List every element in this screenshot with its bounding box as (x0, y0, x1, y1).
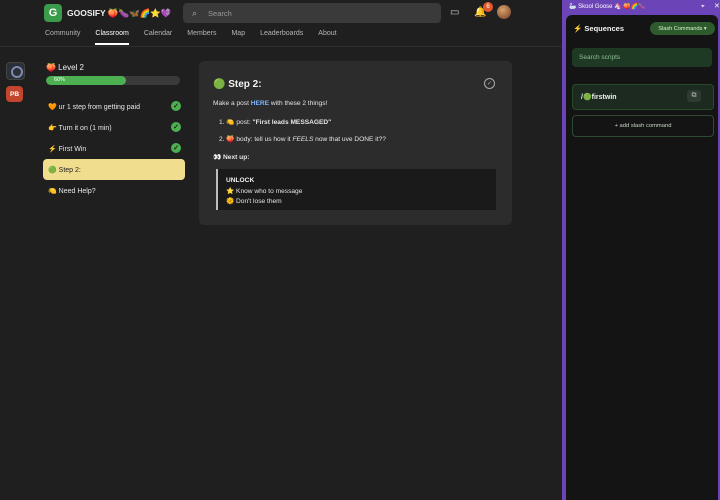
close-icon[interactable]: ✕ (714, 2, 720, 10)
chat-icon[interactable]: ▭ (450, 7, 459, 18)
tab-leaderboards[interactable]: Leaderboards (260, 30, 303, 45)
lesson-label: ⚡ First Win (48, 145, 87, 153)
notification-badge: 6 (483, 2, 493, 12)
intro-post: with these 2 things! (269, 100, 328, 107)
extension-header: 🦢 Skool Goose 🦄 🍑🌈🍆 ⌖ ✕ (566, 0, 720, 14)
check-icon: ✓ (171, 101, 181, 111)
search-placeholder: Search (208, 8, 232, 18)
complete-check-icon[interactable]: ✓ (484, 78, 495, 89)
lesson-label: 🍋 Need Help? (48, 187, 96, 195)
item2-em: FEELS (292, 136, 314, 143)
step-item-2: 2. 🍑 body: tell us how it FEELS now that… (219, 135, 386, 143)
add-slash-command-button[interactable]: + add slash command (572, 115, 714, 137)
list-item[interactable]: 🍋 Need Help? (43, 180, 185, 201)
item2-pre: 2. 🍑 body: tell us how it (219, 136, 293, 143)
lesson-label: 👉 Turn it on (1 min) (48, 124, 112, 132)
here-link[interactable]: HERE (251, 100, 269, 107)
check-icon: ✓ (171, 122, 181, 132)
list-item[interactable]: 🧡 ur 1 step from getting paid ✓ (43, 96, 185, 117)
extension-body: ⚡ Sequences Slash Commands ▾ Search scri… (566, 15, 718, 500)
top-bar: G GOOSIFY 🍑🍆🦋🌈⭐💜 ⇕ ⌕ Search ▭ 🔔 6 Commun… (0, 0, 562, 47)
progress-bar: 60% (46, 76, 180, 85)
extension-title: 🦢 Skool Goose 🦄 🍑🌈🍆 (569, 4, 646, 10)
search-scripts-placeholder: Search scripts (579, 54, 621, 61)
chevron-updown-icon[interactable]: ⇕ (164, 7, 172, 18)
list-item[interactable]: 👉 Turn it on (1 min) ✓ (43, 117, 185, 138)
group-badge[interactable]: PB (6, 86, 23, 102)
script-name: /🟢firstwin (581, 94, 617, 101)
step-item-1: 1. 🍋 post: "First leads MESSAGED" (219, 118, 331, 126)
progress-label: 60% (54, 77, 66, 83)
intro-pre: Make a post (213, 100, 251, 107)
quote-title: UNLOCK (226, 177, 255, 184)
sequences-title: ⚡ Sequences (573, 24, 625, 33)
extension-panel: 🦢 Skool Goose 🦄 🍑🌈🍆 ⌖ ✕ ⚡ Sequences Slas… (562, 0, 720, 500)
check-icon: ✓ (171, 143, 181, 153)
item2-post: now that uve DONE it?? (313, 136, 386, 143)
main-nav: Community Classroom Calendar Members Map… (45, 30, 352, 45)
tab-about[interactable]: About (318, 30, 336, 45)
pin-icon[interactable]: ⌖ (701, 3, 705, 11)
search-scripts-input[interactable]: Search scripts (572, 48, 712, 67)
page-title: 🟢 Step 2: (213, 79, 262, 90)
script-item[interactable]: /🟢firstwin ⧉ (572, 84, 714, 110)
next-up-label: 👀 Next up: (213, 154, 250, 161)
intro-text: Make a post HERE with these 2 things! (213, 100, 327, 107)
slash-commands-button[interactable]: Slash Commands ▾ (650, 22, 715, 35)
tab-calendar[interactable]: Calendar (144, 30, 172, 45)
tab-map[interactable]: Map (231, 30, 245, 45)
list-item-active[interactable]: 🟢 Step 2: (43, 159, 185, 180)
item1-bold: "First leads MESSAGED" (252, 119, 332, 126)
tab-community[interactable]: Community (45, 30, 80, 45)
group-icon[interactable] (6, 62, 25, 80)
search-icon: ⌕ (192, 7, 198, 18)
search-input[interactable]: ⌕ Search (183, 3, 441, 23)
item1-pre: 1. 🍋 post: (219, 119, 253, 126)
quote-line-1: ⭐ Know who to message (226, 188, 303, 195)
lesson-label: 🧡 ur 1 step from getting paid (48, 103, 140, 111)
quote-line-2: 🌞 Don't lose them (226, 198, 282, 205)
group-name[interactable]: GOOSIFY 🍑🍆🦋🌈⭐💜 (67, 8, 171, 19)
unlock-quote: UNLOCK ⭐ Know who to message 🌞 Don't los… (216, 169, 496, 210)
tab-classroom[interactable]: Classroom (95, 30, 129, 45)
lesson-label: 🟢 Step 2: (48, 166, 81, 174)
tab-members[interactable]: Members (187, 30, 216, 45)
copy-icon[interactable]: ⧉ (687, 90, 701, 102)
list-item[interactable]: ⚡ First Win ✓ (43, 138, 185, 159)
level-label: 🍑 Level 2 (46, 63, 84, 72)
group-logo[interactable]: G (44, 4, 62, 22)
avatar[interactable] (497, 5, 511, 19)
